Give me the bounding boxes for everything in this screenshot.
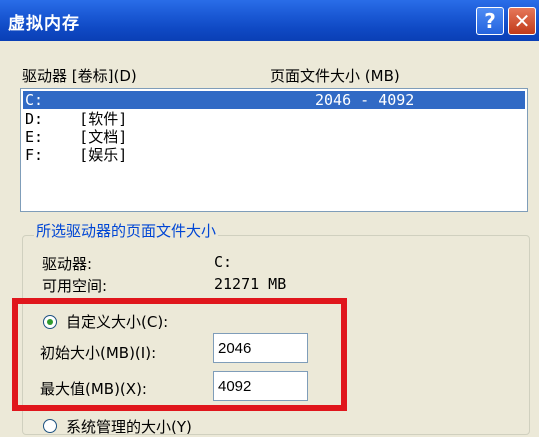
- drive-row-label: D: [软件]: [25, 110, 128, 128]
- drive-row-label: E: [文档]: [25, 128, 128, 146]
- drive-value: C:: [214, 253, 233, 271]
- drive-row-label: F: [娱乐]: [25, 146, 128, 164]
- close-button[interactable]: ✕: [508, 7, 536, 35]
- drive-row-f[interactable]: F: [娱乐]: [23, 146, 525, 164]
- drive-list[interactable]: C: 2046 - 4092 D: [软件] E: [文档] F: [娱乐]: [20, 88, 528, 212]
- help-button[interactable]: ?: [476, 7, 504, 35]
- highlight-box: [12, 298, 347, 411]
- system-managed-radio[interactable]: [43, 419, 57, 433]
- size-column-header: 页面文件大小 (MB): [270, 67, 400, 85]
- window-title: 虚拟内存: [8, 14, 80, 34]
- free-space-value: 21271 MB: [214, 275, 287, 293]
- drive-column-header: 驱动器 [卷标](D): [22, 67, 137, 85]
- drive-row-c[interactable]: C: 2046 - 4092: [23, 91, 525, 109]
- drive-row-d[interactable]: D: [软件]: [23, 110, 525, 128]
- drive-row-size: 2046 - 4092: [315, 91, 415, 109]
- drive-row-label: C:: [25, 91, 44, 109]
- close-icon: ✕: [513, 9, 531, 33]
- system-managed-label[interactable]: 系统管理的大小(Y): [66, 416, 192, 437]
- title-bar: 虚拟内存 ? ✕: [0, 0, 539, 41]
- help-icon: ?: [484, 9, 496, 33]
- drive-label: 驱动器:: [42, 255, 93, 273]
- groupbox-title: 所选驱动器的页面文件大小: [34, 220, 219, 241]
- drive-row-e[interactable]: E: [文档]: [23, 128, 525, 146]
- free-space-label: 可用空间:: [42, 277, 108, 295]
